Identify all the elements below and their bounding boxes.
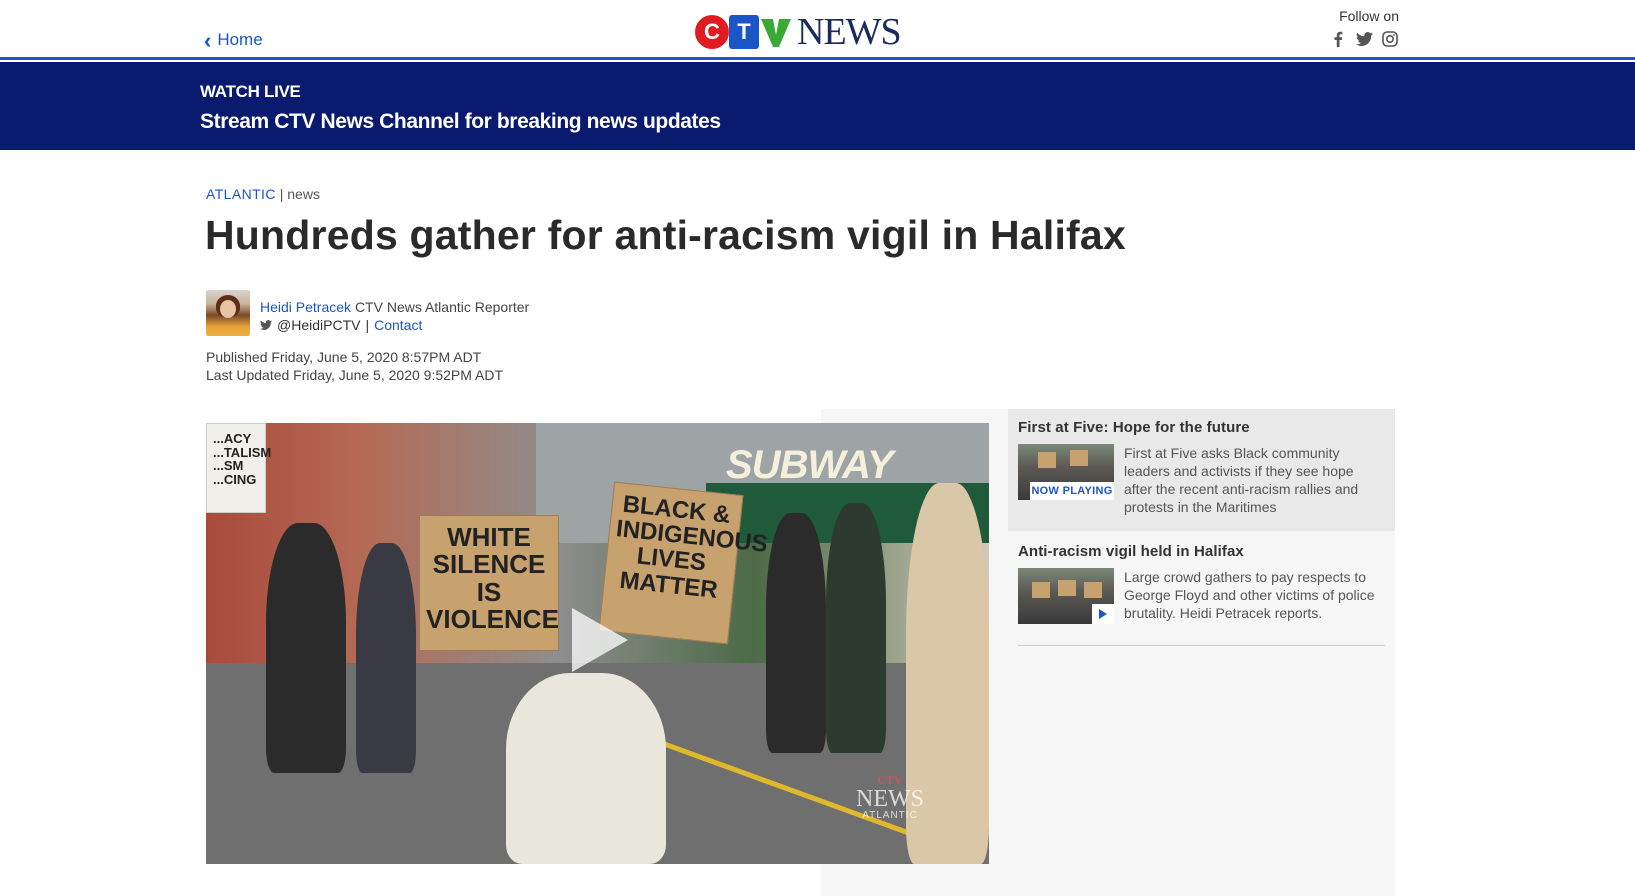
playlist-thumbnail[interactable]: NOW PLAYING	[1018, 444, 1114, 500]
video-watermark: CTV NEWS ATLANTIC	[856, 773, 924, 821]
logo-letter-c: C	[695, 15, 729, 49]
play-icon[interactable]	[1092, 604, 1114, 624]
author-role: CTV News Atlantic Reporter	[354, 299, 530, 315]
published-date: Published Friday, June 5, 2020 8:57PM AD…	[206, 349, 482, 365]
playlist-item[interactable]: First at Five: Hope for the future NOW P…	[1008, 409, 1395, 531]
chevron-left-icon: ‹	[204, 27, 212, 53]
thumbnail-sign	[1038, 452, 1056, 468]
twitter-icon	[260, 316, 272, 334]
author-avatar[interactable]	[206, 290, 250, 336]
logo-v-mark	[761, 19, 791, 47]
contact-link[interactable]: Contact	[374, 316, 422, 334]
home-link-label: Home	[217, 30, 263, 49]
home-link[interactable]: ‹ Home	[204, 27, 263, 53]
follow-on: Follow on	[1329, 8, 1399, 48]
twitter-icon[interactable]	[1355, 30, 1373, 48]
now-playing-badge: NOW PLAYING	[1030, 482, 1114, 500]
breadcrumb-separator: |	[275, 186, 288, 202]
handle-separator: |	[365, 317, 370, 333]
playlist-item[interactable]: Anti-racism vigil held in Halifax Large …	[1018, 531, 1385, 646]
breadcrumb-section-link[interactable]: ATLANTIC	[206, 186, 276, 202]
video-scene-person	[506, 673, 666, 864]
breadcrumb: ATLANTIC | news	[206, 186, 320, 202]
video-scene-sign: WHITE SILENCE IS VIOLENCE	[419, 515, 559, 651]
site-header: ‹ Home C T NEWS Follow on	[0, 0, 1635, 60]
updated-date: Last Updated Friday, June 5, 2020 9:52PM…	[206, 367, 504, 383]
play-icon[interactable]	[572, 608, 628, 672]
watch-live-headline[interactable]: Stream CTV News Channel for breaking new…	[200, 110, 721, 134]
watermark-news: NEWS	[856, 786, 924, 812]
thumbnail-sign	[1084, 582, 1102, 598]
author-byline: Heidi Petracek CTV News Atlantic Reporte…	[206, 290, 529, 336]
avatar-face	[220, 300, 236, 318]
video-scene-person	[766, 513, 826, 753]
playlist-thumbnail[interactable]	[1018, 568, 1114, 624]
article-dates: Published Friday, June 5, 2020 8:57PM AD…	[206, 348, 503, 384]
playlist-item-row: NOW PLAYING First at Five asks Black com…	[1018, 444, 1385, 516]
playlist-item-title[interactable]: First at Five: Hope for the future	[1018, 419, 1385, 436]
playlist-item-description: First at Five asks Black community leade…	[1124, 445, 1359, 515]
video-scene-person	[356, 543, 416, 773]
author-social: @HeidiPCTV | Contact	[260, 316, 529, 334]
breadcrumb-subsection: news	[287, 186, 320, 202]
playlist-item-row: Large crowd gathers to pay respects to G…	[1018, 568, 1385, 624]
thumbnail-sign	[1032, 582, 1050, 598]
thumbnail-sign	[1070, 450, 1088, 466]
video-scene-person	[826, 503, 886, 753]
video-scene-person	[266, 523, 346, 773]
author-info: Heidi Petracek CTV News Atlantic Reporte…	[260, 290, 529, 336]
thumbnail-sign	[1058, 580, 1076, 596]
watch-live-label: WATCH LIVE	[200, 82, 301, 101]
logo-letter-v	[759, 15, 793, 49]
playlist-item-title[interactable]: Anti-racism vigil held in Halifax	[1018, 543, 1385, 560]
author-name-link[interactable]: Heidi Petracek	[260, 299, 351, 315]
facebook-icon[interactable]	[1329, 30, 1347, 48]
social-icons	[1329, 30, 1399, 48]
article-headline: Hundreds gather for anti-racism vigil in…	[205, 212, 1126, 258]
video-playlist: First at Five: Hope for the future NOW P…	[1008, 409, 1395, 646]
follow-label: Follow on	[1339, 8, 1399, 24]
video-scene-storefront: SUBWAY	[726, 443, 894, 487]
watermark-region: ATLANTIC	[862, 810, 918, 821]
ctv-news-logo[interactable]: C T NEWS	[695, 11, 902, 53]
logo-letter-t: T	[729, 15, 759, 49]
logo-wordmark: NEWS	[797, 11, 902, 53]
instagram-icon[interactable]	[1381, 30, 1399, 48]
author-handle-link[interactable]: @HeidiPCTV	[277, 316, 360, 334]
video-scene-sign: ...ACY ...TALISM ...SM ...CING	[206, 423, 271, 513]
video-player[interactable]: SUBWAY ...ACY ...TALISM ...SM ...CING WH…	[206, 423, 989, 864]
watch-live-banner[interactable]: WATCH LIVE Stream CTV News Channel for b…	[0, 62, 1635, 150]
playlist-item-description: Large crowd gathers to pay respects to G…	[1124, 569, 1375, 621]
